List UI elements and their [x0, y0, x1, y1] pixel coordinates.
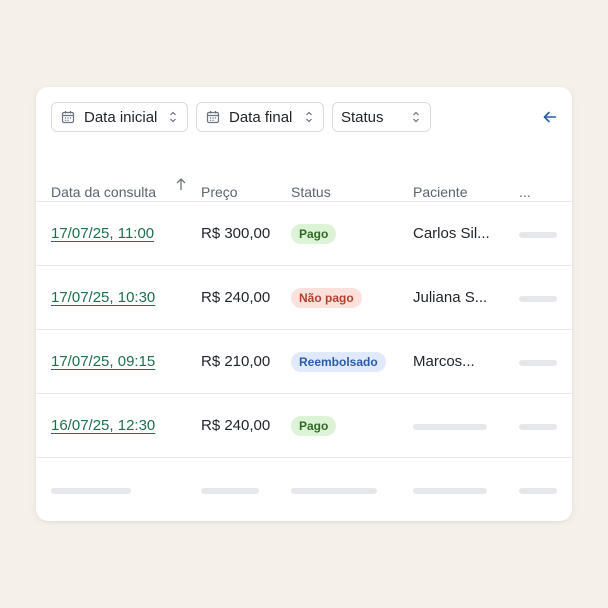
appointments-card: Data inicial Data final Status Data da c…	[36, 87, 572, 521]
status-badge: Pago	[291, 224, 337, 244]
price-cell: R$ 210,00	[201, 353, 271, 370]
table-row-skeleton	[36, 457, 572, 521]
column-header-date[interactable]: Data da consulta	[51, 184, 156, 200]
skeleton-placeholder	[519, 232, 557, 238]
patient-cell: Juliana S...	[413, 289, 488, 306]
skeleton-placeholder	[413, 424, 487, 430]
price-cell: R$ 300,00	[201, 225, 271, 242]
calendar-icon	[206, 110, 220, 124]
chevron-up-down-icon	[411, 110, 421, 124]
end-date-label: Data final	[229, 108, 293, 126]
table-header: Data da consulta Preço Status Paciente .…	[36, 184, 572, 202]
appointment-date-link[interactable]: 16/07/25, 12:30	[51, 417, 155, 434]
table-row[interactable]: 17/07/25, 09:15 R$ 210,00 Reembolsado Ma…	[36, 329, 572, 394]
start-date-label: Data inicial	[84, 108, 158, 126]
arrow-left-icon[interactable]	[542, 109, 558, 125]
skeleton-placeholder	[413, 488, 487, 494]
appointment-date-link[interactable]: 17/07/25, 11:00	[51, 225, 154, 242]
column-header-more[interactable]: ...	[519, 184, 531, 200]
column-header-price[interactable]: Preço	[201, 184, 238, 200]
price-cell: R$ 240,00	[201, 289, 271, 306]
status-badge: Reembolsado	[291, 352, 386, 372]
skeleton-placeholder	[51, 488, 131, 494]
end-date-filter[interactable]: Data final	[196, 102, 324, 132]
patient-cell: Carlos Sil...	[413, 225, 490, 242]
skeleton-placeholder	[519, 360, 557, 366]
column-header-patient[interactable]: Paciente	[413, 184, 467, 200]
table-row[interactable]: 16/07/25, 12:30 R$ 240,00 Pago	[36, 393, 572, 458]
start-date-filter[interactable]: Data inicial	[51, 102, 188, 132]
status-badge: Não pago	[291, 288, 362, 308]
status-filter[interactable]: Status	[332, 102, 431, 132]
skeleton-placeholder	[519, 488, 557, 494]
status-badge: Pago	[291, 416, 337, 436]
calendar-icon	[61, 110, 75, 124]
status-filter-label: Status	[341, 108, 384, 126]
skeleton-placeholder	[291, 488, 377, 494]
column-header-status[interactable]: Status	[291, 184, 331, 200]
skeleton-placeholder	[201, 488, 259, 494]
price-cell: R$ 240,00	[201, 417, 271, 434]
arrow-up-icon[interactable]	[175, 177, 187, 191]
table-row[interactable]: 17/07/25, 10:30 R$ 240,00 Não pago Julia…	[36, 265, 572, 330]
appointment-date-link[interactable]: 17/07/25, 09:15	[51, 353, 155, 370]
chevron-up-down-icon	[304, 110, 314, 124]
chevron-up-down-icon	[168, 110, 178, 124]
patient-cell: Marcos...	[413, 353, 475, 370]
skeleton-placeholder	[519, 424, 557, 430]
table-row[interactable]: 17/07/25, 11:00 R$ 300,00 Pago Carlos Si…	[36, 201, 572, 266]
appointment-date-link[interactable]: 17/07/25, 10:30	[51, 289, 155, 306]
skeleton-placeholder	[519, 296, 557, 302]
